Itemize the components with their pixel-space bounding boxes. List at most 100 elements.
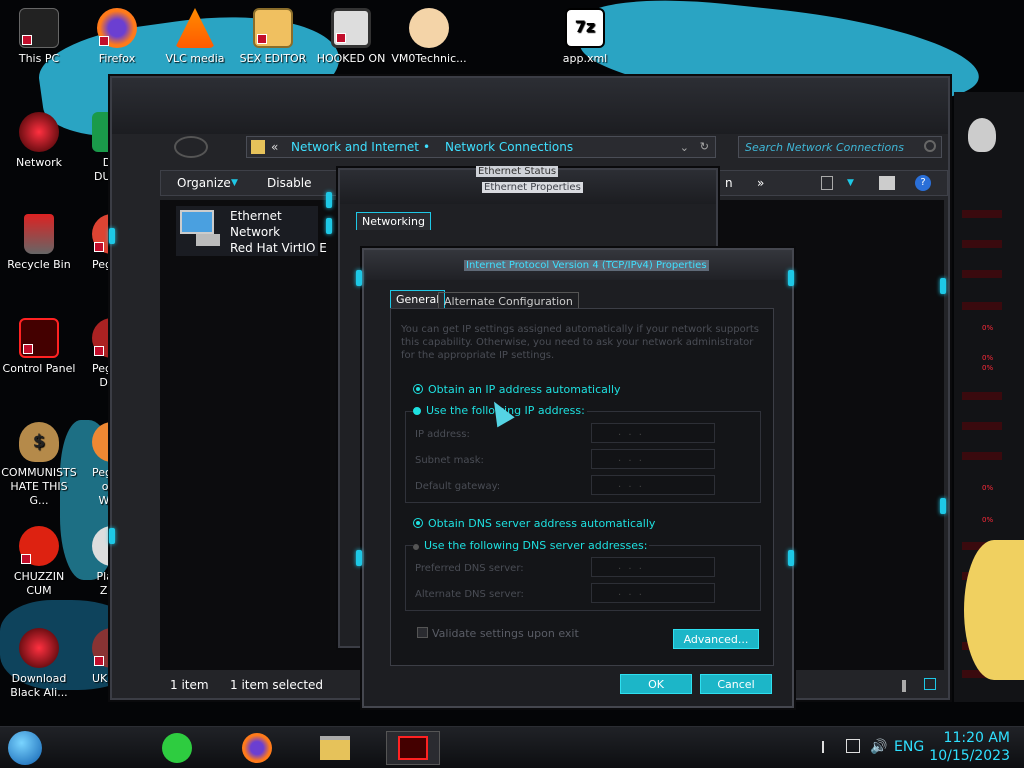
- desktop-icon-vlc[interactable]: VLC media: [156, 8, 234, 66]
- clock-time: 11:20 AM: [943, 730, 1010, 746]
- frame-light: [109, 528, 115, 544]
- subnet-mask-label: Subnet mask:: [415, 455, 484, 466]
- gadget-readout: 0%: [982, 516, 994, 524]
- taskbar: 🔊 ENG 11:20 AM 10/15/2023: [0, 726, 1024, 768]
- breadcrumb-network-connections[interactable]: Network Connections: [445, 140, 573, 154]
- gadget-bar: [962, 210, 1002, 218]
- file-status: Network: [230, 225, 281, 239]
- subnet-mask-field[interactable]: . . .: [591, 449, 715, 469]
- recycle-bin-icon: [24, 214, 54, 254]
- clock-date: 10/15/2023: [929, 748, 1010, 764]
- gadget-readout: 0%: [982, 484, 994, 492]
- back-chevron[interactable]: «: [271, 140, 278, 154]
- ip-address-label: IP address:: [415, 429, 470, 440]
- validate-checkbox[interactable]: Validate settings upon exit: [417, 627, 579, 640]
- more-commands-button[interactable]: »: [757, 176, 764, 190]
- frame-light: [788, 270, 794, 286]
- gadget-bar: [962, 240, 1002, 248]
- gadget-bar: [962, 302, 1002, 310]
- language-indicator[interactable]: ENG: [894, 739, 924, 755]
- volume-icon[interactable]: 🔊: [870, 739, 887, 755]
- firefox-icon: [97, 8, 137, 48]
- radio-selected-icon: [413, 384, 423, 394]
- taskbar-firefox-icon[interactable]: [240, 731, 276, 765]
- network-globe-icon: [19, 112, 59, 152]
- search-icon[interactable]: [924, 140, 936, 152]
- desktop-icon-hex-editor[interactable]: SEX EDITOR: [234, 8, 312, 66]
- radio-static-dns[interactable]: Use the following DNS server addresses:: [413, 539, 650, 552]
- taskbar-notes-icon[interactable]: [160, 731, 196, 765]
- frame-light: [940, 278, 946, 294]
- file-name: Ethernet: [230, 209, 282, 223]
- flag-icon[interactable]: [822, 741, 834, 753]
- frame-light: [109, 228, 115, 244]
- taskbar-control-panel-icon[interactable]: [386, 731, 440, 765]
- default-gateway-field[interactable]: . . .: [591, 475, 715, 495]
- control-panel-icon: [19, 318, 59, 358]
- ok-button[interactable]: OK: [620, 674, 692, 694]
- character-decoration: [964, 540, 1024, 680]
- explorer-titlebar[interactable]: [112, 78, 948, 134]
- checkbox-icon: [417, 627, 428, 638]
- preview-pane-icon[interactable]: [879, 176, 895, 190]
- frame-light: [940, 498, 946, 514]
- tiles-view-icon[interactable]: [924, 678, 936, 690]
- cmd-truncated-item[interactable]: n: [725, 176, 733, 190]
- gadget-bar: [962, 422, 1002, 430]
- dialog-title: Internet Protocol Version 4 (TCP/IPv4) P…: [464, 260, 709, 271]
- description-text: You can get IP settings assigned automat…: [401, 324, 759, 361]
- radio-auto-ip[interactable]: Obtain an IP address automatically: [413, 383, 621, 396]
- ethernet-properties-title: Ethernet Properties: [482, 182, 583, 193]
- ip-address-field[interactable]: . . .: [591, 423, 715, 443]
- breadcrumb-network-internet[interactable]: Network and Internet: [291, 140, 419, 154]
- tab-networking[interactable]: Networking: [356, 212, 431, 230]
- frame-light: [788, 550, 794, 566]
- cancel-button[interactable]: Cancel: [700, 674, 772, 694]
- clock[interactable]: 11:20 AM 10/15/2023: [929, 729, 1010, 765]
- desktop-icon-hooked-on[interactable]: HOOKED ON: [312, 8, 390, 66]
- network-tray-icon[interactable]: [846, 739, 860, 753]
- folder-icon: [251, 140, 265, 154]
- 7zip-icon: 7z: [565, 8, 605, 48]
- radio-selected-icon: [413, 518, 423, 528]
- frame-light: [326, 192, 332, 208]
- gadget-bar: [962, 452, 1002, 460]
- status-item-count: 1 item: [170, 678, 209, 692]
- details-view-icon[interactable]: [902, 680, 906, 692]
- organize-button[interactable]: Organize: [177, 176, 231, 190]
- alternate-dns-label: Alternate DNS server:: [415, 589, 524, 600]
- chevron-down-icon[interactable]: ▼: [847, 178, 854, 188]
- search-input[interactable]: Search Network Connections: [738, 136, 942, 158]
- taskbar-file-explorer-icon[interactable]: [318, 731, 354, 765]
- frame-light: [356, 270, 362, 286]
- gadget-readout: 0%: [982, 364, 994, 372]
- gadget-readout: 0%: [982, 324, 994, 332]
- list-item-ethernet[interactable]: Ethernet Network Red Hat VirtIO E: [176, 206, 327, 256]
- computer-icon: [19, 8, 59, 48]
- dropdown-icon[interactable]: ⌄: [680, 141, 689, 154]
- help-icon[interactable]: ?: [915, 175, 931, 191]
- chuzzle-icon: [19, 526, 59, 566]
- refresh-icon[interactable]: ↻: [700, 140, 709, 153]
- radio-auto-dns[interactable]: Obtain DNS server address automatically: [413, 517, 655, 530]
- desktop-icon-app-xml[interactable]: 7z app.xml: [546, 8, 624, 66]
- hxd-icon: [253, 8, 293, 48]
- frame-light: [356, 550, 362, 566]
- desktop-icon-firefox[interactable]: Firefox: [78, 8, 156, 66]
- radio-unselected-icon: [413, 544, 419, 550]
- alternate-dns-field[interactable]: . . .: [591, 583, 715, 603]
- address-bar[interactable]: « Network and Internet • Network Connect…: [246, 136, 716, 158]
- ipv4-properties-dialog: Internet Protocol Version 4 (TCP/IPv4) P…: [356, 248, 794, 708]
- gadget-bar: [962, 270, 1002, 278]
- start-button[interactable]: [8, 731, 42, 765]
- view-options-icon[interactable]: [821, 176, 833, 190]
- file-device: Red Hat VirtIO E: [230, 241, 327, 255]
- preferred-dns-field[interactable]: . . .: [591, 557, 715, 577]
- desktop-icon-vm0technic[interactable]: VM0Technic...: [390, 8, 468, 66]
- money-bag-icon: $: [19, 422, 59, 462]
- radio-unselected-icon: [413, 407, 421, 415]
- advanced-button[interactable]: Advanced...: [673, 629, 759, 649]
- desktop-icon-this-pc[interactable]: This PC: [0, 8, 78, 66]
- frame-light: [326, 218, 332, 234]
- disable-button[interactable]: Disable: [267, 176, 312, 190]
